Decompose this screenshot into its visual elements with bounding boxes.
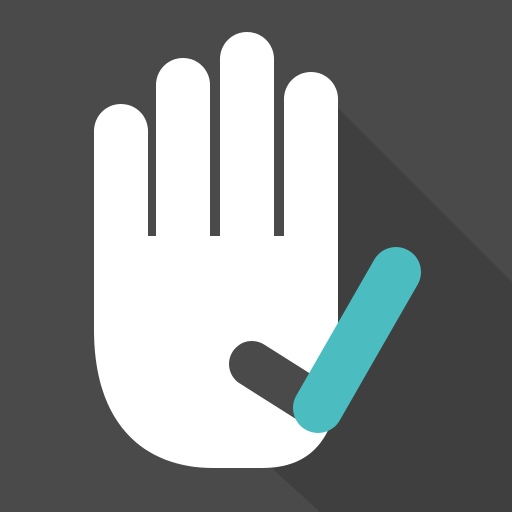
app-icon (0, 0, 512, 512)
raised-hand-check-icon (0, 0, 512, 512)
palm (94, 250, 338, 468)
palm-upper (94, 236, 338, 276)
finger-middle (220, 32, 274, 262)
